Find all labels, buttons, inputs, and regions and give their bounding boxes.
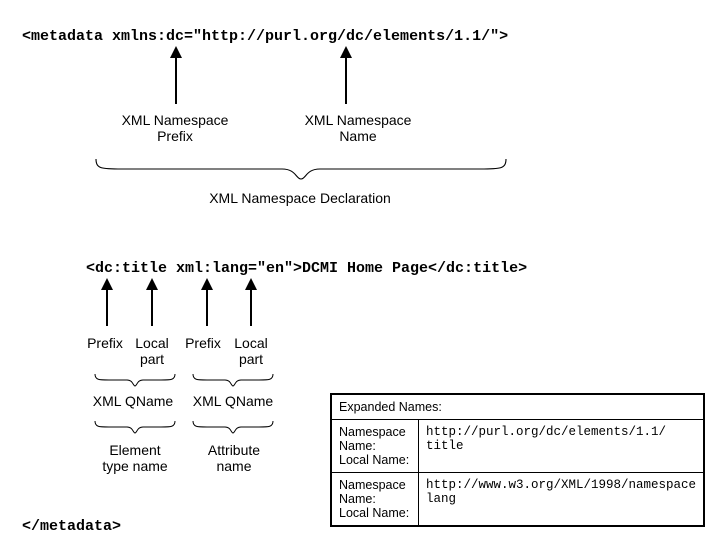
code-line-metadata-open: <metadata xmlns:dc="http://purl.org/dc/e… — [22, 28, 508, 45]
table-val-ns-1: http://purl.org/dc/elements/1.1/ — [426, 425, 696, 439]
table-row: Namespace Name: Local Name: http://purl.… — [331, 420, 704, 473]
label-qname-2: XML QName — [183, 393, 283, 409]
brace-qname-1 — [92, 371, 178, 389]
table-val-local-1: title — [426, 439, 696, 453]
expanded-names-table: Expanded Names: Namespace Name: Local Na… — [330, 393, 705, 527]
label-local-1: Localpart — [129, 335, 175, 367]
label-ns-declaration: XML Namespace Declaration — [170, 190, 430, 206]
table-key-ns: Namespace Name: — [339, 478, 411, 506]
table-key-ns: Namespace Name: — [339, 425, 411, 453]
code-line-dc-title: <dc:title xml:lang="en">DCMI Home Page</… — [86, 260, 527, 277]
table-row: Namespace Name: Local Name: http://www.w… — [331, 473, 704, 527]
brace-attribute-name — [190, 418, 276, 436]
label-ns-prefix: XML NamespacePrefix — [115, 112, 235, 144]
label-element-type: Elementtype name — [90, 442, 180, 474]
label-ns-name: XML NamespaceName — [298, 112, 418, 144]
table-val-ns-2: http://www.w3.org/XML/1998/namespace — [426, 478, 696, 492]
table-heading: Expanded Names: — [331, 394, 704, 420]
brace-ns-declaration — [92, 155, 510, 183]
label-local-2: Localpart — [228, 335, 274, 367]
label-attribute-name: Attributename — [192, 442, 276, 474]
table-key-local: Local Name: — [339, 453, 411, 467]
brace-qname-2 — [190, 371, 276, 389]
arrow-to-prefix — [175, 56, 177, 104]
brace-element-name — [92, 418, 178, 436]
label-qname-1: XML QName — [83, 393, 183, 409]
table-key-local: Local Name: — [339, 506, 411, 520]
arrow-local-lang — [250, 288, 252, 326]
code-line-metadata-close: </metadata> — [22, 518, 121, 535]
arrow-to-nsname — [345, 56, 347, 104]
arrow-prefix-dc — [106, 288, 108, 326]
arrow-local-title — [151, 288, 153, 326]
arrow-prefix-xml — [206, 288, 208, 326]
label-prefix-2: Prefix — [180, 335, 226, 351]
label-prefix-1: Prefix — [82, 335, 128, 351]
table-val-local-2: lang — [426, 492, 696, 506]
